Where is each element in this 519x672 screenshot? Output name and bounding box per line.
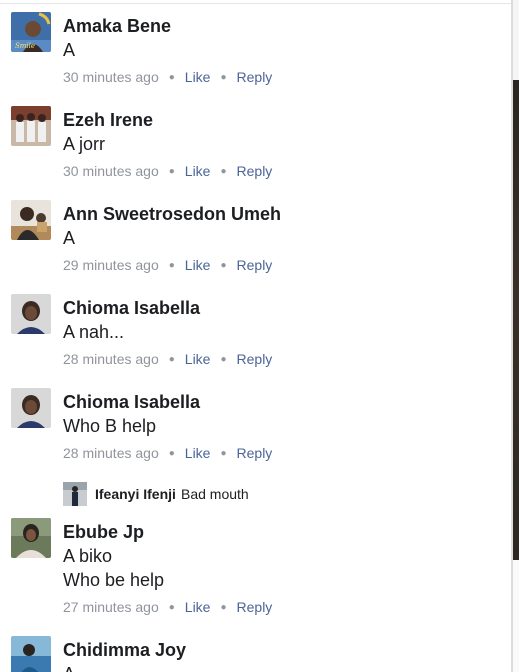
like-button[interactable]: Like: [185, 257, 211, 273]
comment-author[interactable]: Ann Sweetrosedon Umeh: [63, 204, 281, 225]
comment-text: Who be help: [63, 570, 165, 590]
avatar[interactable]: [11, 636, 51, 672]
separator-dot: ●: [168, 166, 175, 177]
like-button[interactable]: Like: [185, 351, 211, 367]
avatar[interactable]: [11, 294, 51, 334]
comment-meta: 28 minutes ago ● Like ● Reply: [63, 351, 272, 367]
separator-dot: ●: [220, 448, 227, 459]
reply-button[interactable]: Reply: [237, 445, 273, 461]
comment-meta: 30 minutes ago ● Like ● Reply: [63, 69, 272, 85]
reply-button[interactable]: Reply: [237, 599, 273, 615]
comment-text: A biko: [63, 546, 113, 566]
comment-author[interactable]: Chioma Isabella: [63, 392, 200, 413]
like-button[interactable]: Like: [185, 69, 211, 85]
comment-text: A: [63, 228, 76, 248]
avatar[interactable]: [11, 106, 51, 146]
separator-dot: ●: [220, 602, 227, 613]
comment-text: A: [63, 40, 76, 60]
comment-timestamp: 27 minutes ago: [63, 599, 159, 615]
divider: [0, 3, 512, 4]
separator-dot: ●: [168, 260, 175, 271]
svg-text:Smile: Smile: [15, 42, 35, 50]
comment-author[interactable]: Amaka Bene: [63, 16, 171, 37]
avatar[interactable]: [11, 518, 51, 558]
comment-author[interactable]: Chioma Isabella: [63, 298, 200, 319]
comments-panel: Smile Amaka Bene A 30 minutes ago ● Like ● R…: [0, 0, 519, 672]
reply-button[interactable]: Reply: [237, 163, 273, 179]
separator-dot: ●: [220, 72, 227, 83]
reply-author[interactable]: Ifeanyi Ifenji: [95, 486, 176, 502]
background-edge: [513, 0, 519, 672]
separator-dot: ●: [168, 354, 175, 365]
comment-timestamp: 30 minutes ago: [63, 69, 159, 85]
comment-meta: 28 minutes ago ● Like ● Reply: [63, 445, 272, 461]
avatar[interactable]: [11, 388, 51, 428]
comment-text: A: [63, 662, 75, 672]
reply-button[interactable]: Reply: [237, 351, 273, 367]
reply-button[interactable]: Reply: [237, 69, 273, 85]
comment-timestamp: 28 minutes ago: [63, 351, 159, 367]
comment-text: A nah...: [63, 322, 125, 342]
avatar[interactable]: [11, 200, 51, 240]
comment-author[interactable]: Ebube Jp: [63, 522, 144, 543]
separator-dot: ●: [168, 72, 175, 83]
separator-dot: ●: [168, 448, 175, 459]
avatar[interactable]: Smile: [11, 12, 51, 52]
comment-text: Who B help: [63, 416, 157, 436]
separator-dot: ●: [220, 260, 227, 271]
comment-text: A jorr: [63, 134, 106, 154]
like-button[interactable]: Like: [185, 445, 211, 461]
separator-dot: ●: [168, 602, 175, 613]
avatar[interactable]: [63, 482, 87, 506]
like-button[interactable]: Like: [185, 599, 211, 615]
comment-meta: 30 minutes ago ● Like ● Reply: [63, 163, 272, 179]
comment-timestamp: 30 minutes ago: [63, 163, 159, 179]
comment-meta: 29 minutes ago ● Like ● Reply: [63, 257, 272, 273]
separator-dot: ●: [220, 354, 227, 365]
comment-author[interactable]: Ezeh Irene: [63, 110, 153, 131]
separator-dot: ●: [220, 166, 227, 177]
like-button[interactable]: Like: [185, 163, 211, 179]
comment-timestamp: 29 minutes ago: [63, 257, 159, 273]
reply-text: Bad mouth: [181, 486, 249, 502]
comment-author[interactable]: Chidimma Joy: [63, 640, 186, 661]
comment-meta: 27 minutes ago ● Like ● Reply: [63, 599, 272, 615]
reply-button[interactable]: Reply: [237, 257, 273, 273]
comment-timestamp: 28 minutes ago: [63, 445, 159, 461]
